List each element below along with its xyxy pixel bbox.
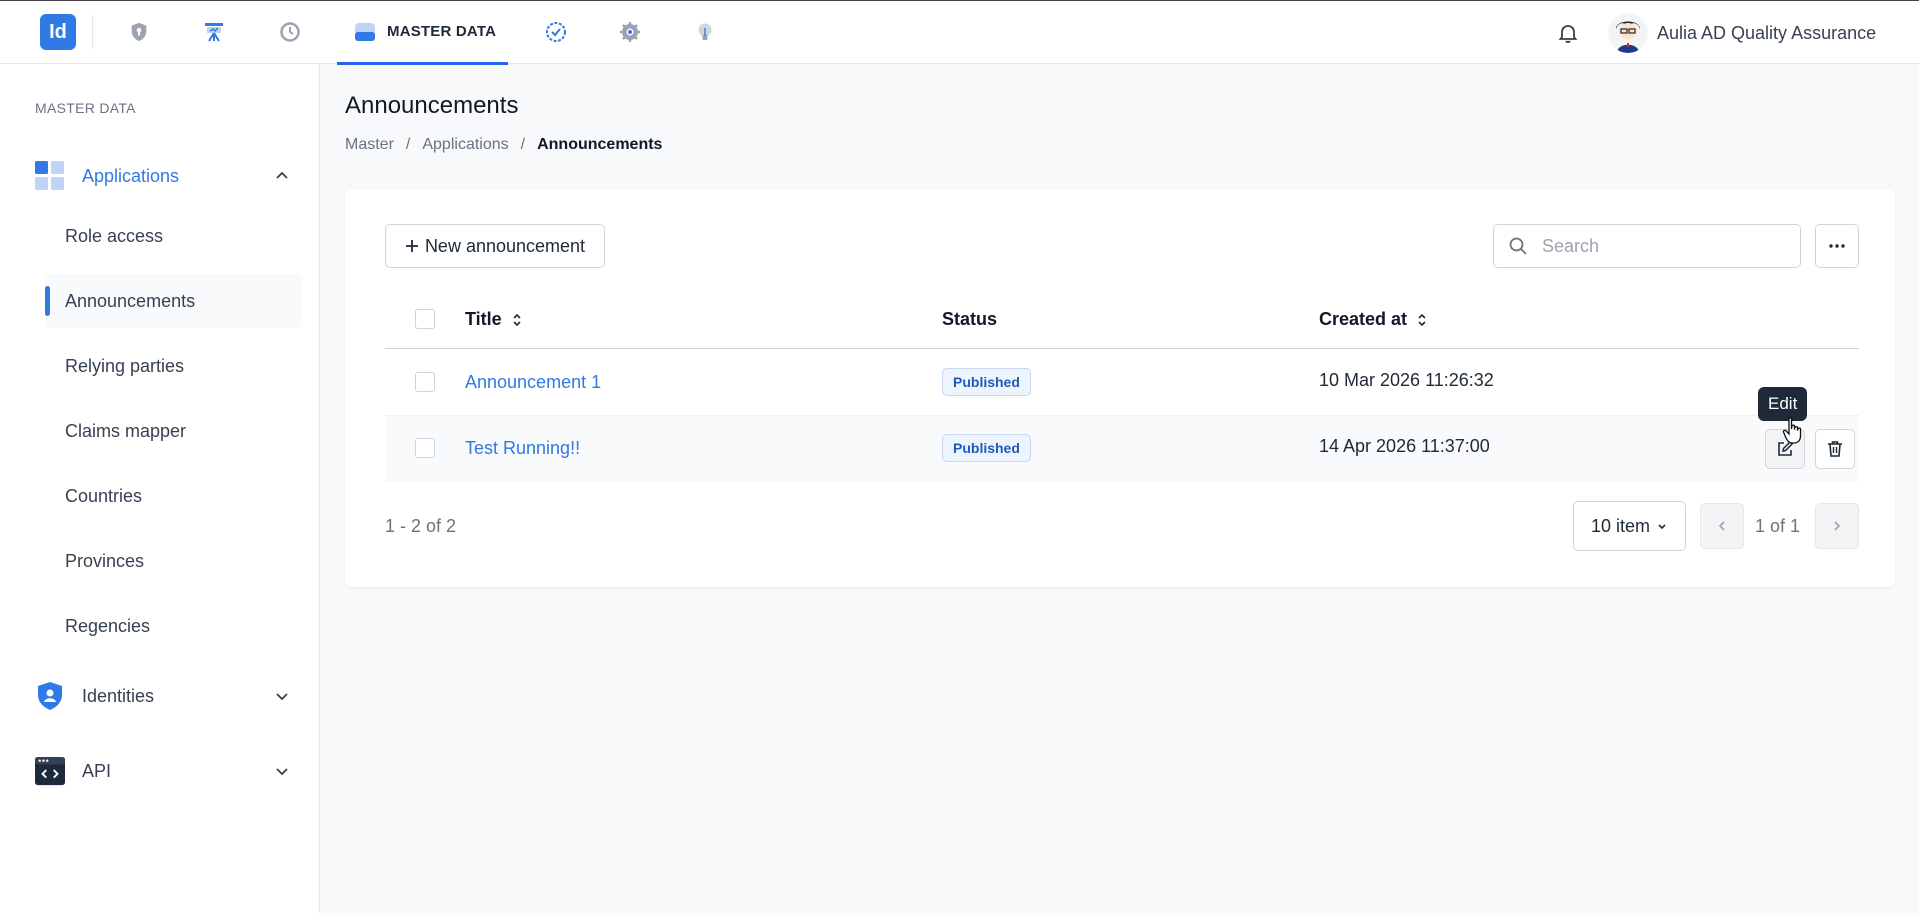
page-title: Announcements (345, 92, 519, 119)
identities-shield-icon (35, 681, 65, 711)
announcements-card: New announcement Title Status Created at… (345, 189, 1895, 587)
settings-nav-icon[interactable] (617, 19, 643, 45)
sidebar-item-provinces[interactable]: Provinces (45, 534, 303, 588)
edit-tooltip: Edit (1758, 387, 1808, 421)
table-header: Title Status Created at (385, 289, 1859, 349)
column-title[interactable]: Title (465, 309, 522, 330)
sidebar-item-regencies[interactable]: Regencies (45, 599, 303, 653)
applications-icon (35, 161, 65, 191)
sidebar-item-label: Announcements (65, 290, 196, 311)
column-created-at[interactable]: Created at (1319, 309, 1427, 330)
row-checkbox[interactable] (415, 438, 435, 458)
breadcrumb-applications[interactable]: Applications (422, 136, 508, 154)
row-created-at: 10 Mar 2026 11:26:32 (1319, 370, 1494, 390)
user-name[interactable]: Aulia AD Quality Assurance (1657, 23, 1876, 44)
sort-icon (1418, 313, 1426, 326)
prev-page-button[interactable] (1700, 503, 1744, 549)
row-created-at: 14 Apr 2026 11:37:00 (1319, 436, 1490, 456)
status-badge: Published (942, 434, 1031, 462)
page-size-value: 10 item (1590, 515, 1651, 536)
sidebar-group-label: API (82, 760, 112, 781)
history-nav-icon[interactable] (277, 19, 303, 45)
sort-icon (513, 313, 521, 326)
column-status: Status (942, 309, 997, 330)
column-title-label: Title (465, 309, 502, 329)
lightbulb-nav-icon[interactable] (692, 19, 718, 45)
chevron-up-icon (276, 171, 288, 179)
user-avatar[interactable] (1608, 13, 1648, 53)
more-options-button[interactable] (1815, 224, 1859, 268)
row-checkbox[interactable] (415, 372, 435, 392)
verified-nav-icon[interactable] (543, 19, 569, 45)
chevron-right-icon (1834, 521, 1841, 531)
breadcrumb-separator: / (520, 136, 526, 153)
delete-button[interactable] (1815, 429, 1855, 469)
sidebar-group-label: Identities (82, 685, 155, 706)
search-input[interactable] (1542, 235, 1782, 257)
new-announcement-button[interactable]: New announcement (385, 224, 605, 268)
presentation-nav-icon[interactable] (201, 19, 227, 45)
search-icon (1509, 237, 1527, 255)
breadcrumb-separator: / (405, 136, 411, 153)
chevron-down-icon (1658, 524, 1666, 530)
master-data-icon (355, 22, 375, 41)
sidebar-item-role-access[interactable]: Role access (45, 209, 303, 263)
column-created-at-label: Created at (1319, 309, 1408, 329)
breadcrumb-master[interactable]: Master (345, 136, 394, 154)
search-box[interactable] (1493, 224, 1801, 268)
hand-cursor-icon (1782, 417, 1802, 444)
row-title-link[interactable]: Test Running!! (465, 438, 580, 459)
tab-master-data[interactable]: MASTER DATA (337, 1, 508, 65)
tab-master-data-label: MASTER DATA (387, 23, 497, 40)
next-page-button[interactable] (1815, 503, 1859, 549)
app-logo[interactable]: Id (40, 14, 76, 50)
breadcrumb: Master / Applications / Announcements (345, 136, 662, 154)
sidebar: MASTER DATA Applications Role access Ann… (0, 64, 320, 913)
sidebar-item-countries[interactable]: Countries (45, 469, 303, 523)
result-count: 1 - 2 of 2 (385, 516, 457, 536)
select-all-checkbox[interactable] (415, 309, 435, 329)
top-bar-divider (92, 15, 93, 49)
sidebar-item-announcements[interactable]: Announcements (45, 274, 303, 328)
sidebar-group-applications[interactable]: Applications (35, 158, 290, 194)
api-code-icon (35, 756, 65, 786)
sidebar-group-label: Applications (82, 165, 180, 186)
notification-bell-icon[interactable] (1556, 21, 1580, 45)
chevron-down-icon (276, 768, 288, 776)
column-status-label: Status (942, 309, 998, 329)
sidebar-group-identities[interactable]: Identities (35, 678, 290, 714)
shield-nav-icon[interactable] (126, 19, 152, 45)
sidebar-item-relying-parties[interactable]: Relying parties (45, 339, 303, 393)
chevron-down-icon (276, 693, 288, 701)
breadcrumb-current: Announcements (537, 136, 663, 153)
chevron-left-icon (1718, 521, 1725, 531)
table-row[interactable]: Test Running!! Published 14 Apr 2026 11:… (385, 416, 1859, 482)
page-size-select[interactable]: 10 item (1573, 501, 1686, 551)
ellipsis-icon (1829, 244, 1845, 248)
table-row[interactable]: Announcement 1 Published 10 Mar 2026 11:… (385, 350, 1859, 416)
sidebar-group-api[interactable]: API (35, 753, 290, 789)
plus-icon (405, 240, 418, 252)
status-badge: Published (942, 368, 1031, 396)
page-info: 1 of 1 (1755, 516, 1801, 536)
trash-icon (1828, 441, 1842, 457)
row-title-link[interactable]: Announcement 1 (465, 372, 601, 393)
sidebar-section-title: MASTER DATA (35, 100, 136, 116)
new-announcement-label: New announcement (424, 235, 586, 256)
top-bar: Id MASTER DATA Aulia AD Quality Assuranc… (0, 0, 1919, 65)
sidebar-item-claims-mapper[interactable]: Claims mapper (45, 404, 303, 458)
